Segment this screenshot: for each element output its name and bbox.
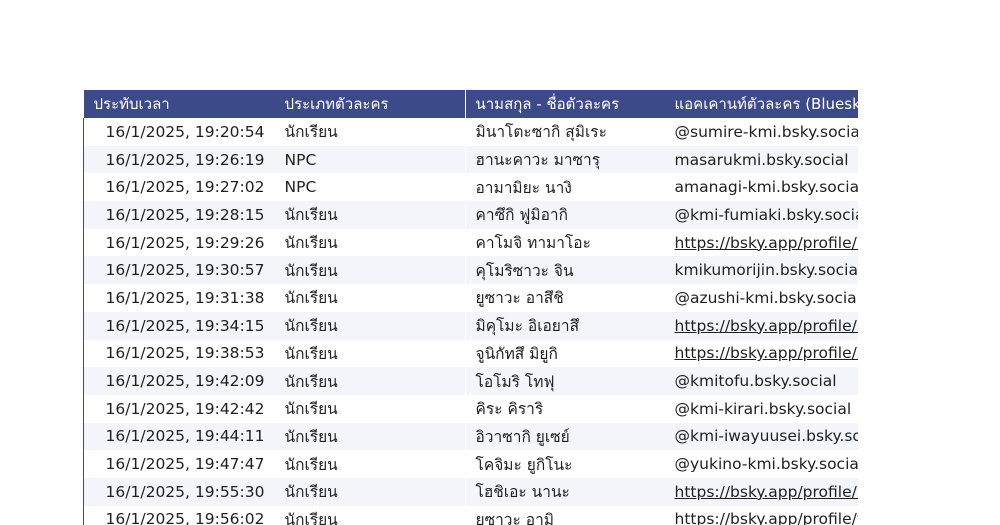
character-account-cell[interactable]: @sumire-kmi.bsky.social	[665, 118, 859, 146]
timestamp-cell[interactable]: 16/1/2025, 19:28:15	[83, 201, 275, 229]
spreadsheet-view: ประทับเวลา ประเภทตัวละคร นามสกุล - ชื่อต…	[83, 90, 858, 525]
character-type-cell[interactable]: นักเรียน	[275, 506, 466, 525]
header-row: ประทับเวลา ประเภทตัวละคร นามสกุล - ชื่อต…	[83, 90, 859, 118]
timestamp-cell[interactable]: 16/1/2025, 19:26:19	[83, 145, 275, 174]
table-row: 16/1/2025, 19:42:09 นักเรียน โอโมริ โทฟุ @k…	[83, 367, 859, 395]
character-name-cell[interactable]: ยูซาวะ อามิ	[466, 506, 665, 525]
timestamp-cell[interactable]: 16/1/2025, 19:47:47	[83, 450, 275, 478]
timestamp-cell[interactable]: 16/1/2025, 19:20:54	[83, 118, 275, 146]
character-name-cell[interactable]: โฮชิเอะ นานะ	[466, 478, 665, 506]
character-type-cell[interactable]: นักเรียน	[275, 340, 466, 368]
character-name-cell[interactable]: จูนิกัทสึ มิยูกิ	[466, 340, 665, 368]
character-account-cell[interactable]: @kmi-fumiaki.bsky.social	[665, 201, 859, 229]
timestamp-cell[interactable]: 16/1/2025, 19:29:26	[83, 228, 275, 257]
character-name-cell[interactable]: คาโมจิ ทามาโอะ	[466, 229, 665, 257]
table-row: 16/1/2025, 19:26:19 NPC ฮานะคาวะ มาซารุ mas…	[83, 145, 859, 174]
timestamp-cell[interactable]: 16/1/2025, 19:30:57	[83, 256, 275, 285]
character-type-cell[interactable]: นักเรียน	[275, 478, 466, 506]
character-type-cell[interactable]: นักเรียน	[275, 118, 466, 146]
table-row: 16/1/2025, 19:34:15 นักเรียน มิคุโมะ อิเอย…	[83, 311, 859, 340]
character-account-cell[interactable]: amanagi-kmi.bsky.social	[665, 173, 859, 201]
character-account-cell[interactable]: masarukmi.bsky.social	[665, 146, 859, 174]
character-name-cell[interactable]: ยูซาวะ อาสึชิ	[466, 284, 665, 312]
character-type-cell[interactable]: นักเรียน	[275, 284, 466, 312]
table-row: 16/1/2025, 19:47:47 นักเรียน โคจิมะ ยูกิโน…	[83, 450, 859, 478]
character-account-cell[interactable]: @yukino-kmi.bsky.social	[665, 450, 859, 478]
table-row: 16/1/2025, 19:55:30 นักเรียน โฮชิเอะ นานะ h…	[83, 477, 859, 506]
column-header-character-type[interactable]: ประเภทตัวละคร	[275, 90, 466, 118]
timestamp-cell[interactable]: 16/1/2025, 19:27:02	[83, 173, 275, 202]
character-name-cell[interactable]: โคจิมะ ยูกิโนะ	[466, 450, 665, 478]
table-row: 16/1/2025, 19:56:02 นักเรียน ยูซาวะ อามิ ht…	[83, 505, 859, 525]
character-name-cell[interactable]: อามามิยะ นางิ	[466, 173, 665, 201]
character-name-cell[interactable]: คาซึกิ ฟูมิอากิ	[466, 201, 665, 229]
character-account-cell[interactable]: @azushi-kmi.bsky.social	[665, 284, 859, 312]
character-type-cell[interactable]: นักเรียน	[275, 450, 466, 478]
character-account-cell[interactable]: @kmi-iwayuusei.bsky.soc	[665, 423, 859, 451]
character-account-cell[interactable]: https://bsky.app/profile/y	[665, 506, 859, 525]
character-name-cell[interactable]: โอโมริ โทฟุ	[466, 367, 665, 395]
column-header-character-account[interactable]: แอคเคานท์ตัวละคร (Bluesk	[665, 90, 859, 118]
character-type-cell[interactable]: NPC	[275, 173, 466, 201]
character-type-cell[interactable]: NPC	[275, 146, 466, 174]
character-account-cell[interactable]: https://bsky.app/profile/k	[665, 340, 859, 368]
responses-table: ประทับเวลา ประเภทตัวละคร นามสกุล - ชื่อต…	[83, 90, 858, 525]
character-type-cell[interactable]: นักเรียน	[275, 395, 466, 423]
table-row: 16/1/2025, 19:44:11 นักเรียน อิวาซากิ ยูเซ…	[83, 422, 859, 451]
column-header-character-name[interactable]: นามสกุล - ชื่อตัวละคร	[466, 90, 665, 118]
timestamp-cell[interactable]: 16/1/2025, 19:55:30	[83, 477, 275, 506]
timestamp-cell[interactable]: 16/1/2025, 19:34:15	[83, 311, 275, 340]
character-name-cell[interactable]: คุโมริซาวะ จิน	[466, 256, 665, 284]
character-type-cell[interactable]: นักเรียน	[275, 256, 466, 284]
character-type-cell[interactable]: นักเรียน	[275, 312, 466, 340]
table-row: 16/1/2025, 19:28:15 นักเรียน คาซึกิ ฟูมิอา…	[83, 201, 859, 229]
character-account-cell[interactable]: kmikumorijin.bsky.social	[665, 256, 859, 284]
table-row: 16/1/2025, 19:27:02 NPC อามามิยะ นางิ amana…	[83, 173, 859, 202]
character-account-cell[interactable]: https://bsky.app/profile/k	[665, 312, 859, 340]
character-name-cell[interactable]: อิวาซากิ ยูเซย์	[466, 423, 665, 451]
column-header-timestamp[interactable]: ประทับเวลา	[84, 90, 275, 118]
character-account-cell[interactable]: @kmitofu.bsky.social	[665, 367, 859, 395]
timestamp-cell[interactable]: 16/1/2025, 19:56:02	[83, 505, 275, 525]
character-name-cell[interactable]: คิระ คิราริ	[466, 395, 665, 423]
character-type-cell[interactable]: นักเรียน	[275, 201, 466, 229]
table-row: 16/1/2025, 19:20:54 นักเรียน มินาโตะซากิ ส…	[83, 118, 859, 146]
table-row: 16/1/2025, 19:29:26 นักเรียน คาโมจิ ทามาโอ…	[83, 228, 859, 257]
character-name-cell[interactable]: มินาโตะซากิ สุมิเระ	[466, 118, 665, 146]
timestamp-cell[interactable]: 16/1/2025, 19:42:42	[83, 394, 275, 423]
timestamp-cell[interactable]: 16/1/2025, 19:42:09	[83, 367, 275, 395]
timestamp-cell[interactable]: 16/1/2025, 19:31:38	[83, 284, 275, 312]
table-row: 16/1/2025, 19:30:57 นักเรียน คุโมริซาวะ จิ…	[83, 256, 859, 285]
table-row: 16/1/2025, 19:38:53 นักเรียน จูนิกัทสึ มิย…	[83, 339, 859, 368]
character-type-cell[interactable]: นักเรียน	[275, 229, 466, 257]
character-account-cell[interactable]: https://bsky.app/profile/r	[665, 478, 859, 506]
character-name-cell[interactable]: มิคุโมะ อิเอยาสึ	[466, 312, 665, 340]
table-row: 16/1/2025, 19:31:38 นักเรียน ยูซาวะ อาสึชิ…	[83, 284, 859, 312]
timestamp-cell[interactable]: 16/1/2025, 19:38:53	[83, 339, 275, 368]
character-type-cell[interactable]: นักเรียน	[275, 423, 466, 451]
character-account-cell[interactable]: https://bsky.app/profile/k	[665, 229, 859, 257]
character-type-cell[interactable]: นักเรียน	[275, 367, 466, 395]
table-row: 16/1/2025, 19:42:42 นักเรียน คิระ คิราริ @k…	[83, 394, 859, 423]
timestamp-cell[interactable]: 16/1/2025, 19:44:11	[83, 422, 275, 451]
character-account-cell[interactable]: @kmi-kirari.bsky.social	[665, 395, 859, 423]
character-name-cell[interactable]: ฮานะคาวะ มาซารุ	[466, 146, 665, 174]
